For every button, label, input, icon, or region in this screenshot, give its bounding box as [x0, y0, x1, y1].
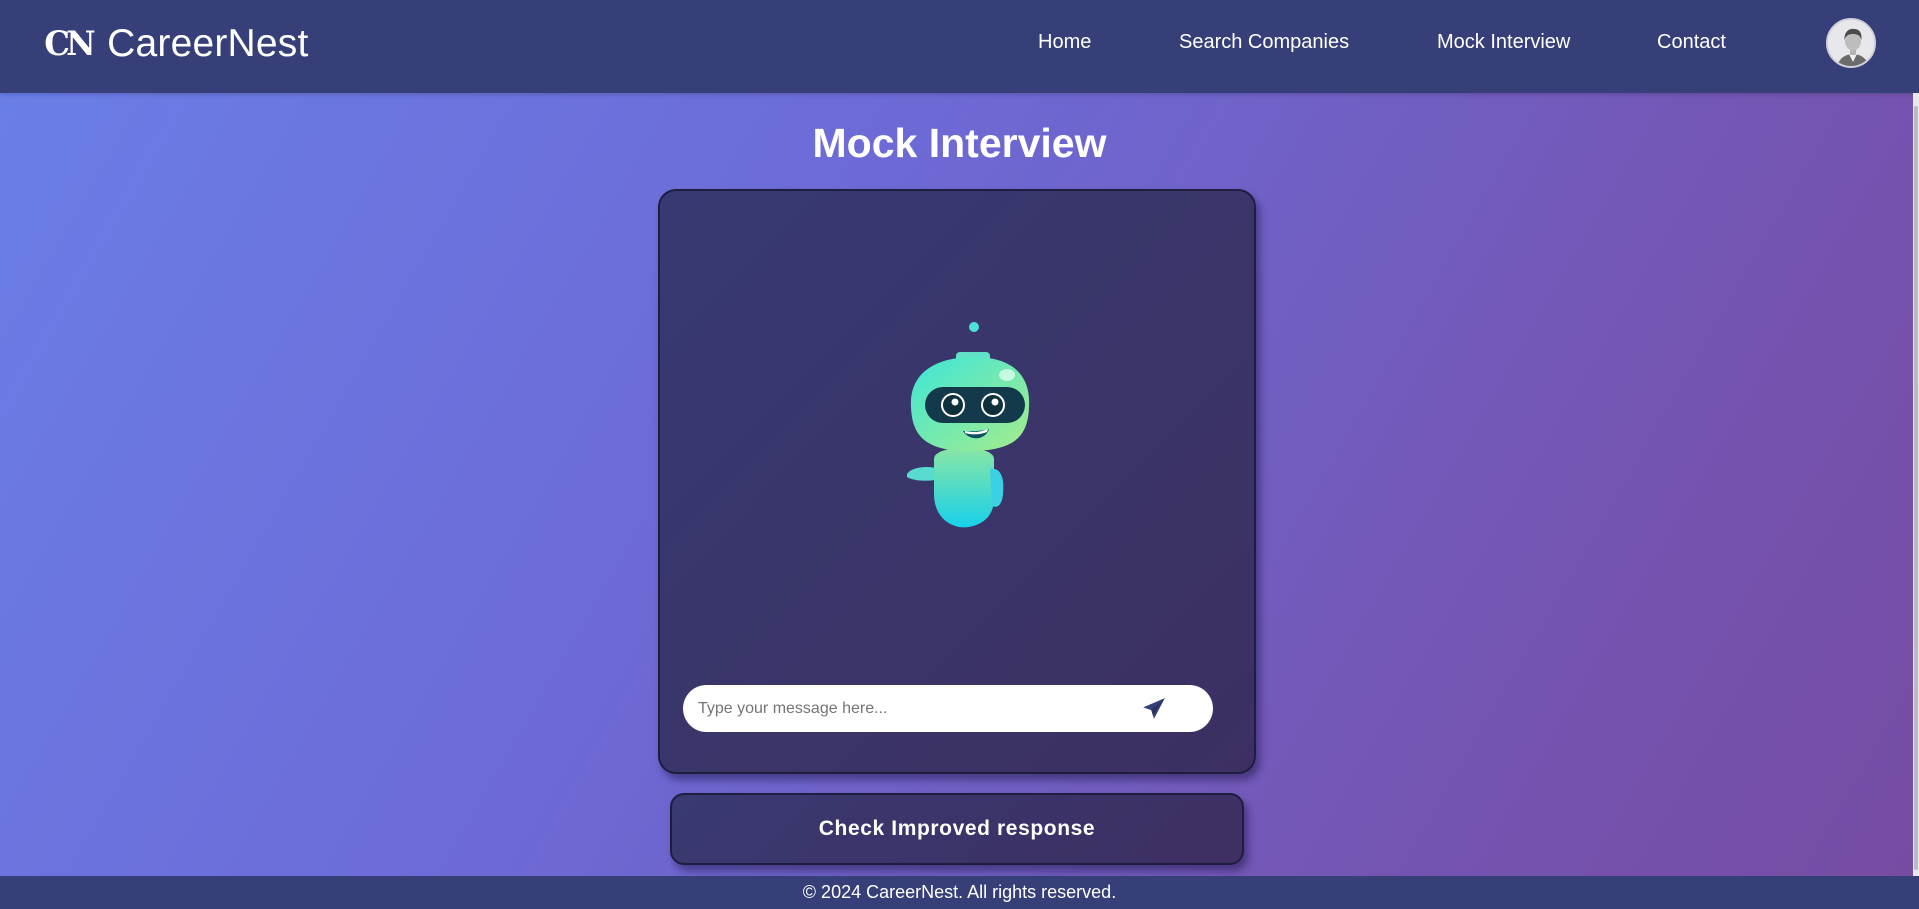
logo-mark: CN	[44, 24, 95, 64]
nav-link-search-companies[interactable]: Search Companies	[1179, 31, 1349, 54]
top-navbar: CN CareerNest Home Search Companies Mock…	[0, 0, 1919, 93]
paper-plane-icon[interactable]	[1141, 696, 1167, 722]
brand-name: CareerNest	[107, 22, 309, 65]
scrollbar-thumb[interactable]	[1914, 106, 1918, 870]
message-input[interactable]	[698, 685, 1128, 732]
nav-link-mock-interview[interactable]: Mock Interview	[1437, 31, 1570, 54]
page-title: Mock Interview	[812, 120, 1107, 166]
user-avatar-icon[interactable]	[1826, 18, 1876, 68]
nav-link-contact[interactable]: Contact	[1657, 31, 1726, 54]
footer: © 2024 CareerNest. All rights reserved.	[0, 876, 1919, 909]
message-bar	[683, 685, 1213, 732]
chat-panel	[658, 189, 1256, 774]
check-improved-response-button[interactable]: Check Improved response	[670, 793, 1244, 865]
robot-mascot-icon	[889, 319, 1039, 539]
footer-copyright: © 2024 CareerNest. All rights reserved.	[802, 882, 1117, 902]
brand[interactable]: CN CareerNest	[43, 20, 309, 68]
nav-link-home[interactable]: Home	[1038, 31, 1091, 54]
